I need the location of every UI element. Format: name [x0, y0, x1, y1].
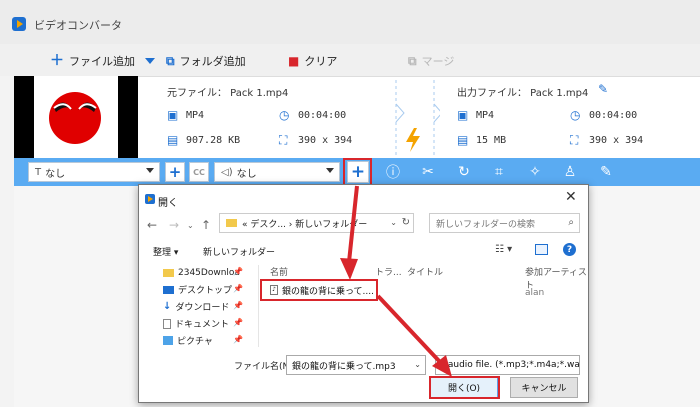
annotation-arrows — [340, 185, 452, 377]
arrow-head — [340, 258, 358, 280]
converter-window: ビデオコンバータ ＋ ファイル追加 ⧉ フォルダ追加 ■ クリア ⧉ マージ 元… — [0, 0, 700, 407]
